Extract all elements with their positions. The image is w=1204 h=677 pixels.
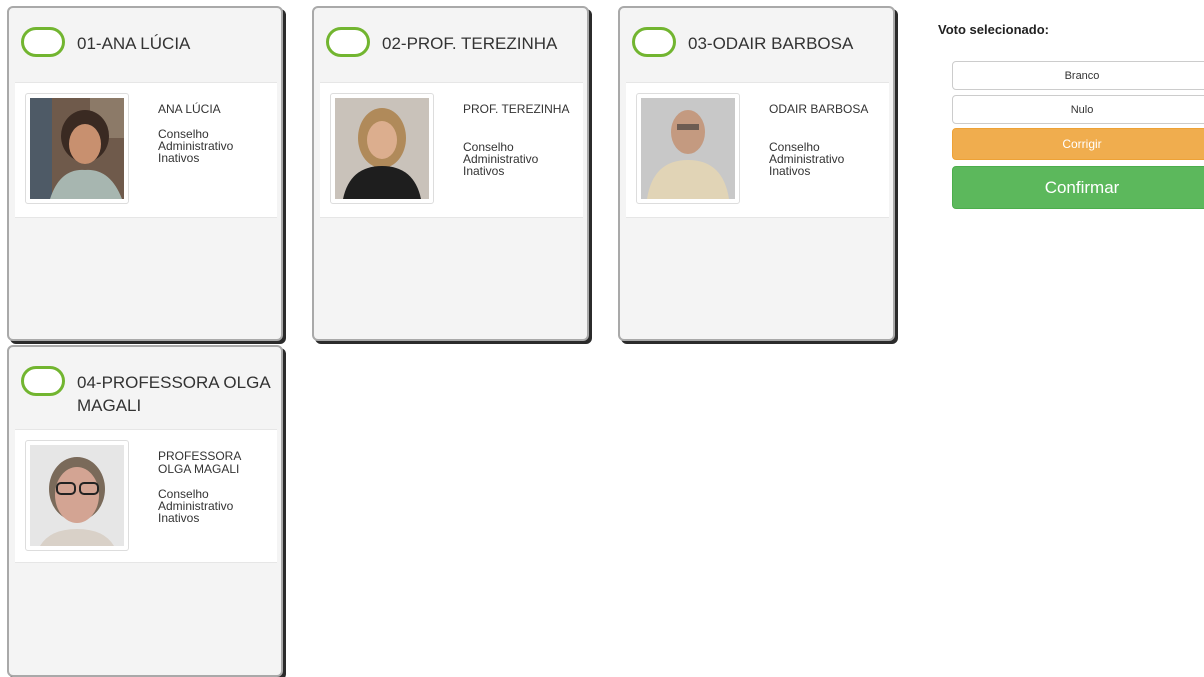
confirmar-button[interactable]: Confirmar [952, 166, 1204, 209]
group-line: Inativos [158, 151, 200, 165]
candidate-card[interactable]: 01-ANA LÚCIA ANA LÚCIA Conselho Administ… [7, 6, 283, 341]
candidate-photo [25, 93, 129, 204]
group-line: Inativos [158, 511, 200, 525]
candidate-group: Conselho Administrativo Inativos [158, 488, 268, 524]
candidate-radio[interactable] [632, 27, 676, 57]
candidate-photo [636, 93, 740, 204]
candidate-radio[interactable] [21, 27, 65, 57]
candidate-photo [330, 93, 434, 204]
candidate-title: 02-PROF. TEREZINHA [382, 34, 558, 53]
candidate-info: PROFESSORA OLGA MAGALI Conselho Administ… [15, 429, 277, 563]
candidate-card[interactable]: 03-ODAIR BARBOSA ODAIR BARBOSA Conselho … [618, 6, 895, 341]
candidate-group: Conselho Administrativo Inativos [158, 128, 268, 164]
candidate-group: Conselho Administrativo Inativos [769, 141, 879, 177]
candidate-title: 03-ODAIR BARBOSA [688, 34, 854, 53]
candidate-radio[interactable] [326, 27, 370, 57]
candidate-name: ODAIR BARBOSA [769, 102, 869, 116]
branco-button[interactable]: Branco [952, 61, 1204, 90]
group-line: Inativos [463, 164, 505, 178]
selected-vote-title: Voto selecionado: [938, 22, 1049, 37]
candidate-name: PROF. TEREZINHA [463, 102, 570, 116]
candidate-card[interactable]: 04-PROFESSORA OLGA MAGALI PROFESSORA OLG… [7, 345, 283, 677]
candidate-radio[interactable] [21, 366, 65, 396]
nulo-button[interactable]: Nulo [952, 95, 1204, 124]
candidate-title: 01-ANA LÚCIA [77, 34, 191, 53]
candidate-photo [25, 440, 129, 551]
candidate-group: Conselho Administrativo Inativos [463, 141, 573, 177]
candidate-name: ANA LÚCIA [158, 102, 221, 116]
candidate-info: ANA LÚCIA Conselho Administrativo Inativ… [15, 82, 277, 218]
candidate-card[interactable]: 02-PROF. TEREZINHA PROF. TEREZINHA Conse… [312, 6, 589, 341]
candidate-info: ODAIR BARBOSA Conselho Administrativo In… [626, 82, 889, 218]
candidate-title: 04-PROFESSORA OLGA MAGALI [77, 373, 270, 415]
candidate-info: PROF. TEREZINHA Conselho Administrativo … [320, 82, 583, 218]
candidate-name: PROFESSORA OLGA MAGALI [158, 449, 241, 476]
corrigir-button[interactable]: Corrigir [952, 128, 1204, 160]
group-line: Inativos [769, 164, 811, 178]
